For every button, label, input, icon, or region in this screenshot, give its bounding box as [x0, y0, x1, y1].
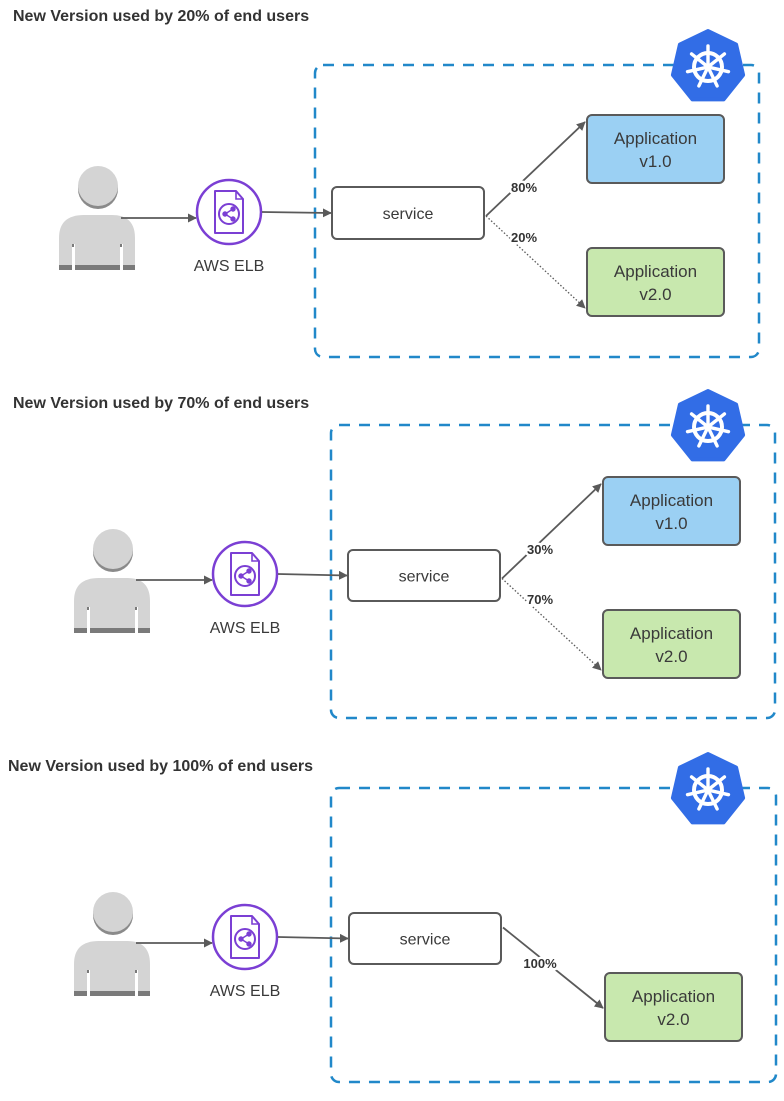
- aws-elb-icon[interactable]: [211, 903, 279, 971]
- kubernetes-icon: [670, 752, 746, 825]
- share-node: [246, 931, 252, 937]
- user-arm-mark: [135, 970, 137, 973]
- edge-elb-to-service: [277, 933, 349, 943]
- traffic-percentage-label: 100%: [523, 956, 557, 971]
- user-body: [74, 941, 150, 996]
- diagram-canvas: AWS ELBserviceApplicationv2.0100%100%: [74, 752, 778, 1084]
- user-icon: [74, 892, 150, 996]
- share-node: [238, 936, 244, 942]
- user-arm-gap: [135, 970, 138, 996]
- user-arm-mark: [87, 970, 89, 973]
- helm-wheel-hub: [705, 787, 711, 793]
- user-arm-gap: [87, 970, 90, 996]
- panel-100-percent: New Version used by 100% of end users AW…: [0, 0, 784, 1101]
- service-node-label: service: [400, 932, 451, 949]
- application-v2-node[interactable]: Application v2.0: [604, 972, 743, 1042]
- application-v2-node-version: v2.0: [657, 1010, 689, 1029]
- service-node[interactable]: service: [348, 912, 502, 965]
- application-v2-node-title: Application: [632, 987, 715, 1006]
- elb-label: AWS ELB: [210, 983, 281, 1000]
- application-v2-node-shape: [604, 972, 743, 1042]
- share-node: [246, 941, 252, 947]
- user-base: [74, 991, 150, 996]
- user-head: [93, 892, 133, 932]
